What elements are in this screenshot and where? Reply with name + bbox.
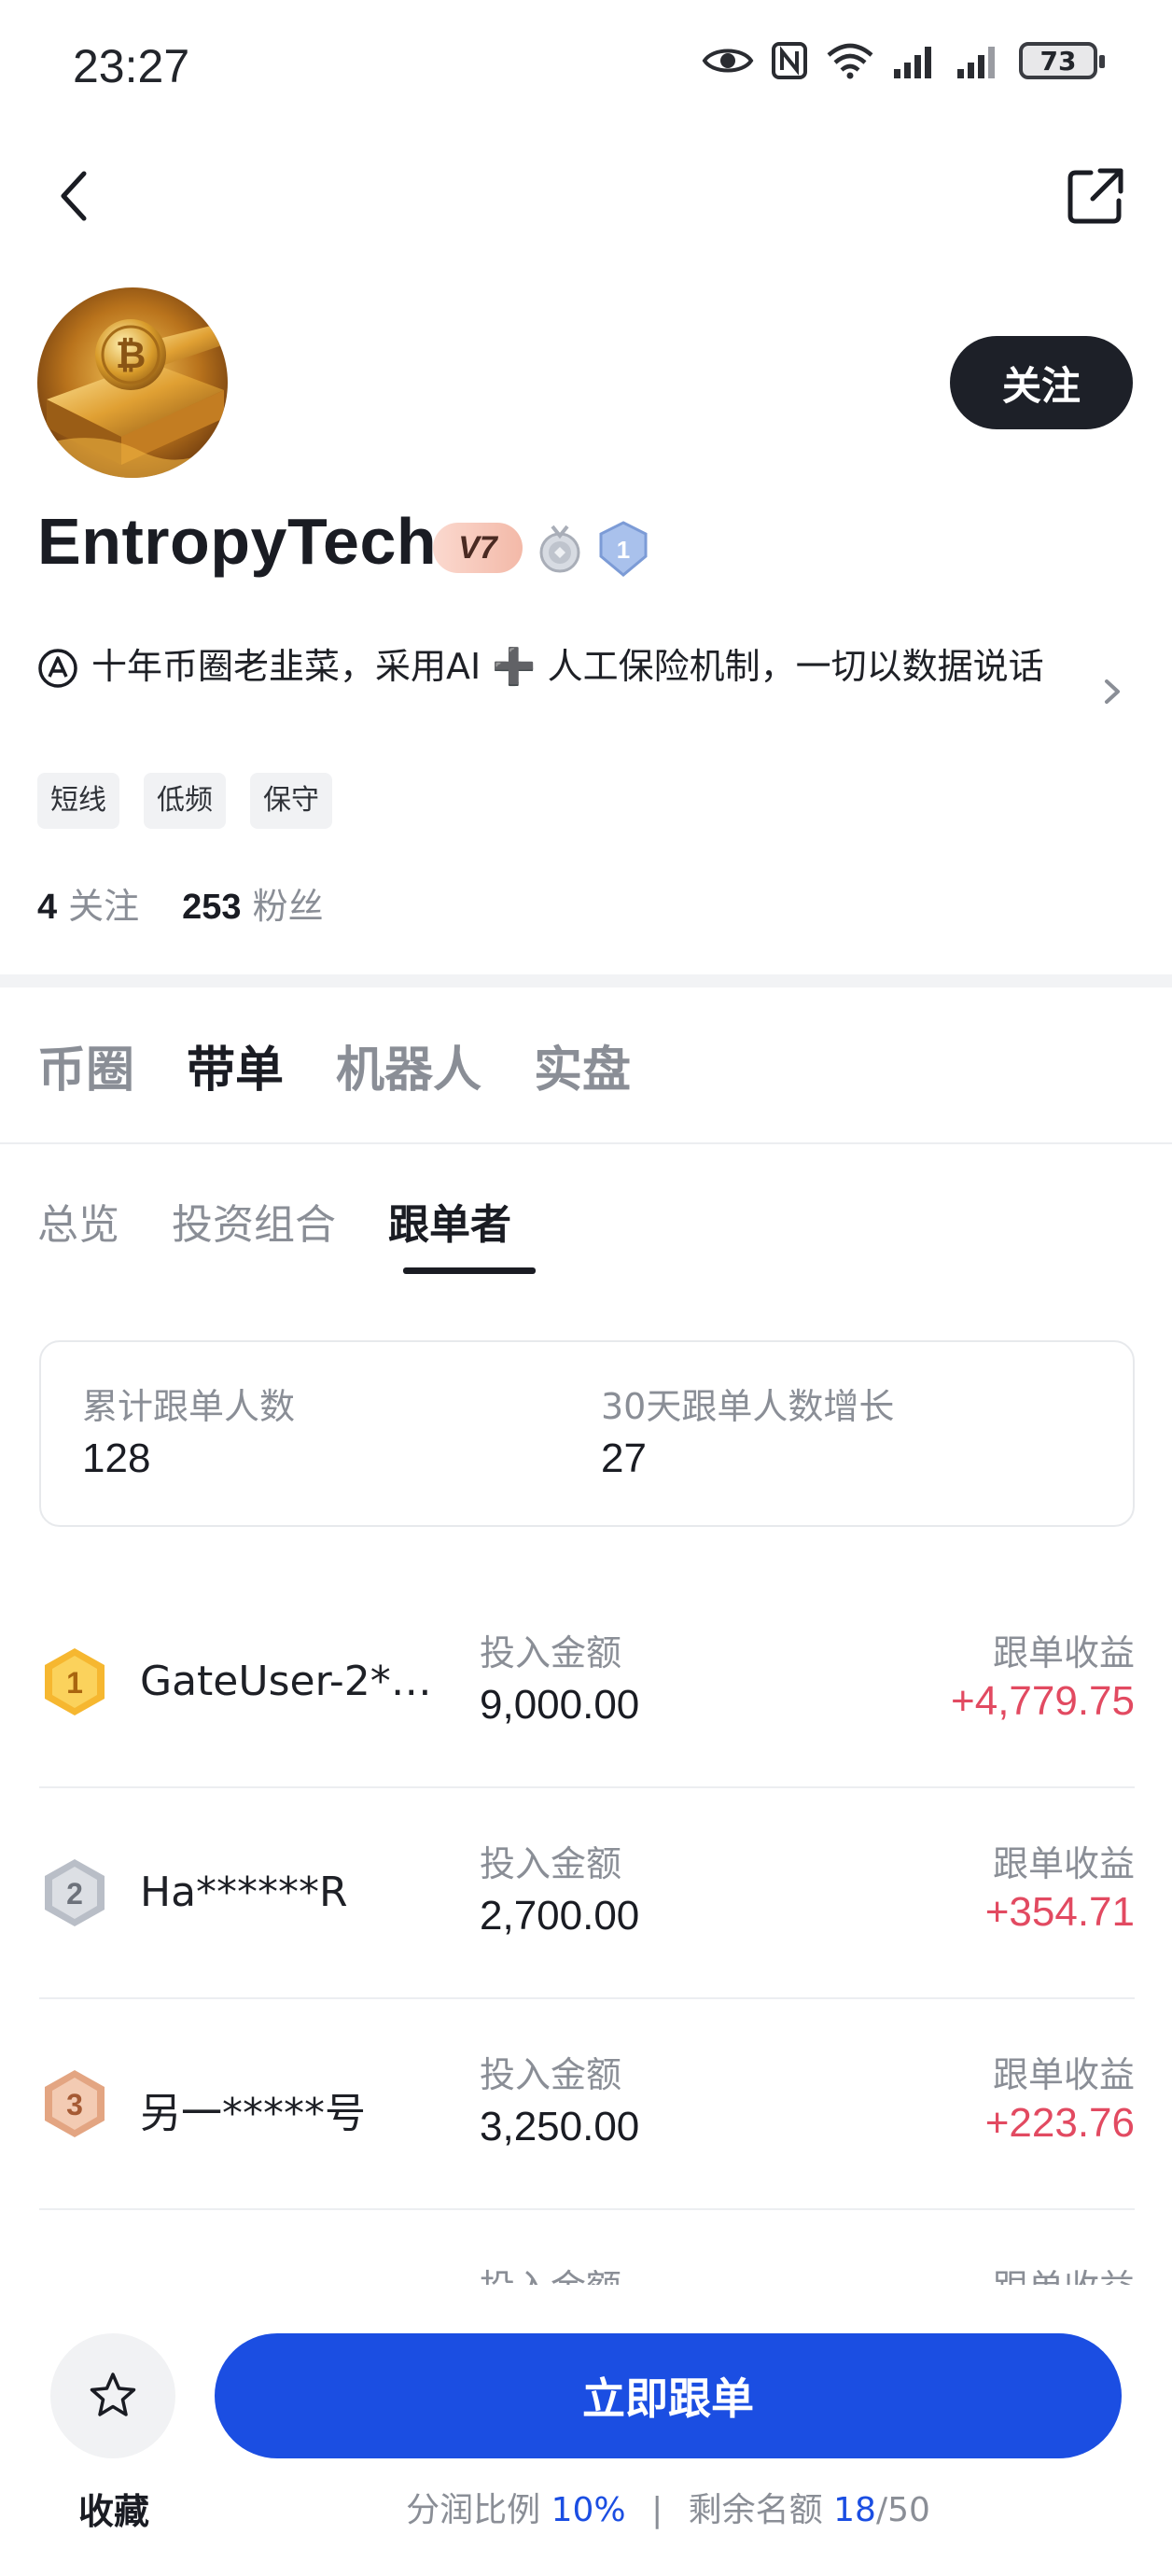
bitcoin-gold-avatar-image: ₿ xyxy=(37,287,228,478)
rank-number: 3 xyxy=(66,2088,83,2121)
remaining-label: 剩余名额 xyxy=(688,2491,823,2529)
rank-silver-icon: 2 xyxy=(45,1859,105,1926)
avatar[interactable]: ₿ xyxy=(37,287,228,478)
share-button[interactable] xyxy=(1060,161,1131,231)
share-ratio-label: 分润比例 xyxy=(406,2491,541,2529)
star-icon xyxy=(90,2373,136,2416)
subtab-portfolio[interactable]: 投资组合 xyxy=(172,1191,336,1251)
profit-label: 跟单收益 xyxy=(992,1843,1135,1884)
following-label[interactable]: 关注 xyxy=(68,877,139,929)
followers-label[interactable]: 粉丝 xyxy=(253,877,324,929)
chevron-left-icon xyxy=(61,171,87,221)
tag: 低频 xyxy=(144,773,226,829)
amount-label: 投入金额 xyxy=(480,2054,622,2095)
rank-bronze-icon: 3 xyxy=(45,2070,105,2137)
remaining-value: 18 xyxy=(833,2491,876,2529)
separator: | xyxy=(651,2491,663,2529)
tab-lead-trading[interactable]: 带单 xyxy=(187,1030,284,1100)
amount-value: 9,000.00 xyxy=(480,1682,640,1728)
subtab-overview[interactable]: 总览 xyxy=(37,1191,119,1251)
follower-name: 另一*****号 xyxy=(140,2090,366,2137)
amount-label: 投入金额 xyxy=(480,1632,622,1673)
status-icons: 73 xyxy=(702,41,1105,80)
follower-row[interactable]: 2 Ha******R 投入金额 2,700.00 跟单收益 +354.71 xyxy=(39,1788,1135,1999)
tab-live-account[interactable]: 实盘 xyxy=(534,1030,631,1100)
amount-label: 投入金额 xyxy=(480,1843,622,1884)
amount-label: 投入金额 xyxy=(480,2259,621,2285)
total-followers-label: 累计跟单人数 xyxy=(82,1386,296,1427)
level-number: 1 xyxy=(617,536,630,564)
vip-badge[interactable]: V7 xyxy=(433,523,523,573)
profit-label: 跟单收益 xyxy=(992,2054,1135,2095)
share-external-icon xyxy=(1067,168,1123,224)
share-ratio-value: 10% xyxy=(551,2491,626,2529)
followers-count[interactable]: 253 xyxy=(182,888,241,928)
amount-value: 2,700.00 xyxy=(480,1893,640,1939)
quota-info: 分润比例 10% | 剩余名额 18/50 xyxy=(215,2483,1122,2531)
signal-icon xyxy=(894,47,931,78)
follower-row-partial[interactable]: 投入金额 跟单收益 xyxy=(39,2210,1135,2285)
social-stats: 4 关注 253 粉丝 xyxy=(37,877,356,929)
favorite-label[interactable]: 收藏 xyxy=(56,2483,172,2534)
profile-name: EntropyTech xyxy=(37,505,438,578)
amount-value: 3,250.00 xyxy=(480,2104,640,2149)
remaining-total: /50 xyxy=(875,2491,930,2529)
follower-name: GateUser-2*… xyxy=(140,1658,432,1705)
signal-icon-2 xyxy=(957,47,995,78)
ai-circle-icon xyxy=(38,649,77,688)
svg-text:₿: ₿ xyxy=(116,334,146,377)
rank-number: 2 xyxy=(66,1877,83,1911)
following-count[interactable]: 4 xyxy=(37,888,57,928)
rank-gold-icon: 1 xyxy=(45,1648,105,1715)
rank-number: 1 xyxy=(66,1666,83,1700)
bio[interactable]: 十年币圈老韭菜，采用AI ➕ 人工保险机制，一切以数据说话 xyxy=(37,644,1064,689)
battery-indicator: 73 xyxy=(1019,42,1105,79)
profit-value: +4,779.75 xyxy=(951,1678,1135,1724)
follower-row[interactable]: 3 另一*****号 投入金额 3,250.00 跟单收益 +223.76 xyxy=(39,1999,1135,2210)
back-button[interactable] xyxy=(45,161,101,231)
tab-crypto-circle[interactable]: 币圈 xyxy=(37,1030,134,1100)
medal-icon[interactable] xyxy=(536,523,584,575)
status-time: 23:27 xyxy=(73,40,190,92)
favorite-button[interactable] xyxy=(50,2333,175,2458)
profit-label: 跟单收益 xyxy=(992,1632,1135,1673)
growth-30d-label: 30天跟单人数增长 xyxy=(601,1386,895,1427)
chevron-right-icon[interactable] xyxy=(1094,668,1131,715)
profit-value: +223.76 xyxy=(984,2100,1135,2146)
tab-bots[interactable]: 机器人 xyxy=(336,1030,481,1100)
profit-label: 跟单收益 xyxy=(993,2259,1135,2285)
main-tabs: 币圈 带单 机器人 实盘 xyxy=(37,1030,631,1100)
eye-icon xyxy=(702,49,754,73)
section-divider xyxy=(0,974,1172,987)
active-subtab-indicator xyxy=(403,1267,536,1274)
wifi-icon xyxy=(827,43,873,79)
sub-tabs: 总览 投资组合 跟单者 xyxy=(37,1191,511,1251)
follower-row[interactable]: 1 GateUser-2*… 投入金额 9,000.00 跟单收益 +4,779… xyxy=(39,1577,1135,1788)
follow-button[interactable]: 关注 xyxy=(950,336,1133,429)
total-followers-value: 128 xyxy=(82,1435,151,1481)
tag: 短线 xyxy=(37,773,119,829)
tabs-divider xyxy=(0,1142,1172,1144)
profit-value: +354.71 xyxy=(984,1889,1135,1935)
tag-list: 短线 低频 保守 xyxy=(37,773,332,829)
follower-name: Ha******R xyxy=(140,1869,348,1916)
nfc-icon xyxy=(772,42,807,79)
level-shield-icon[interactable]: 1 xyxy=(597,521,649,577)
followers-summary-card: 累计跟单人数 128 30天跟单人数增长 27 xyxy=(39,1340,1135,1527)
subtab-followers[interactable]: 跟单者 xyxy=(388,1191,511,1251)
growth-30d-value: 27 xyxy=(601,1435,647,1481)
tag: 保守 xyxy=(250,773,332,829)
copy-trade-button[interactable]: 立即跟单 xyxy=(215,2333,1122,2458)
bio-text: 十年币圈老韭菜，采用AI ➕ 人工保险机制，一切以数据说话 xyxy=(91,646,1044,687)
